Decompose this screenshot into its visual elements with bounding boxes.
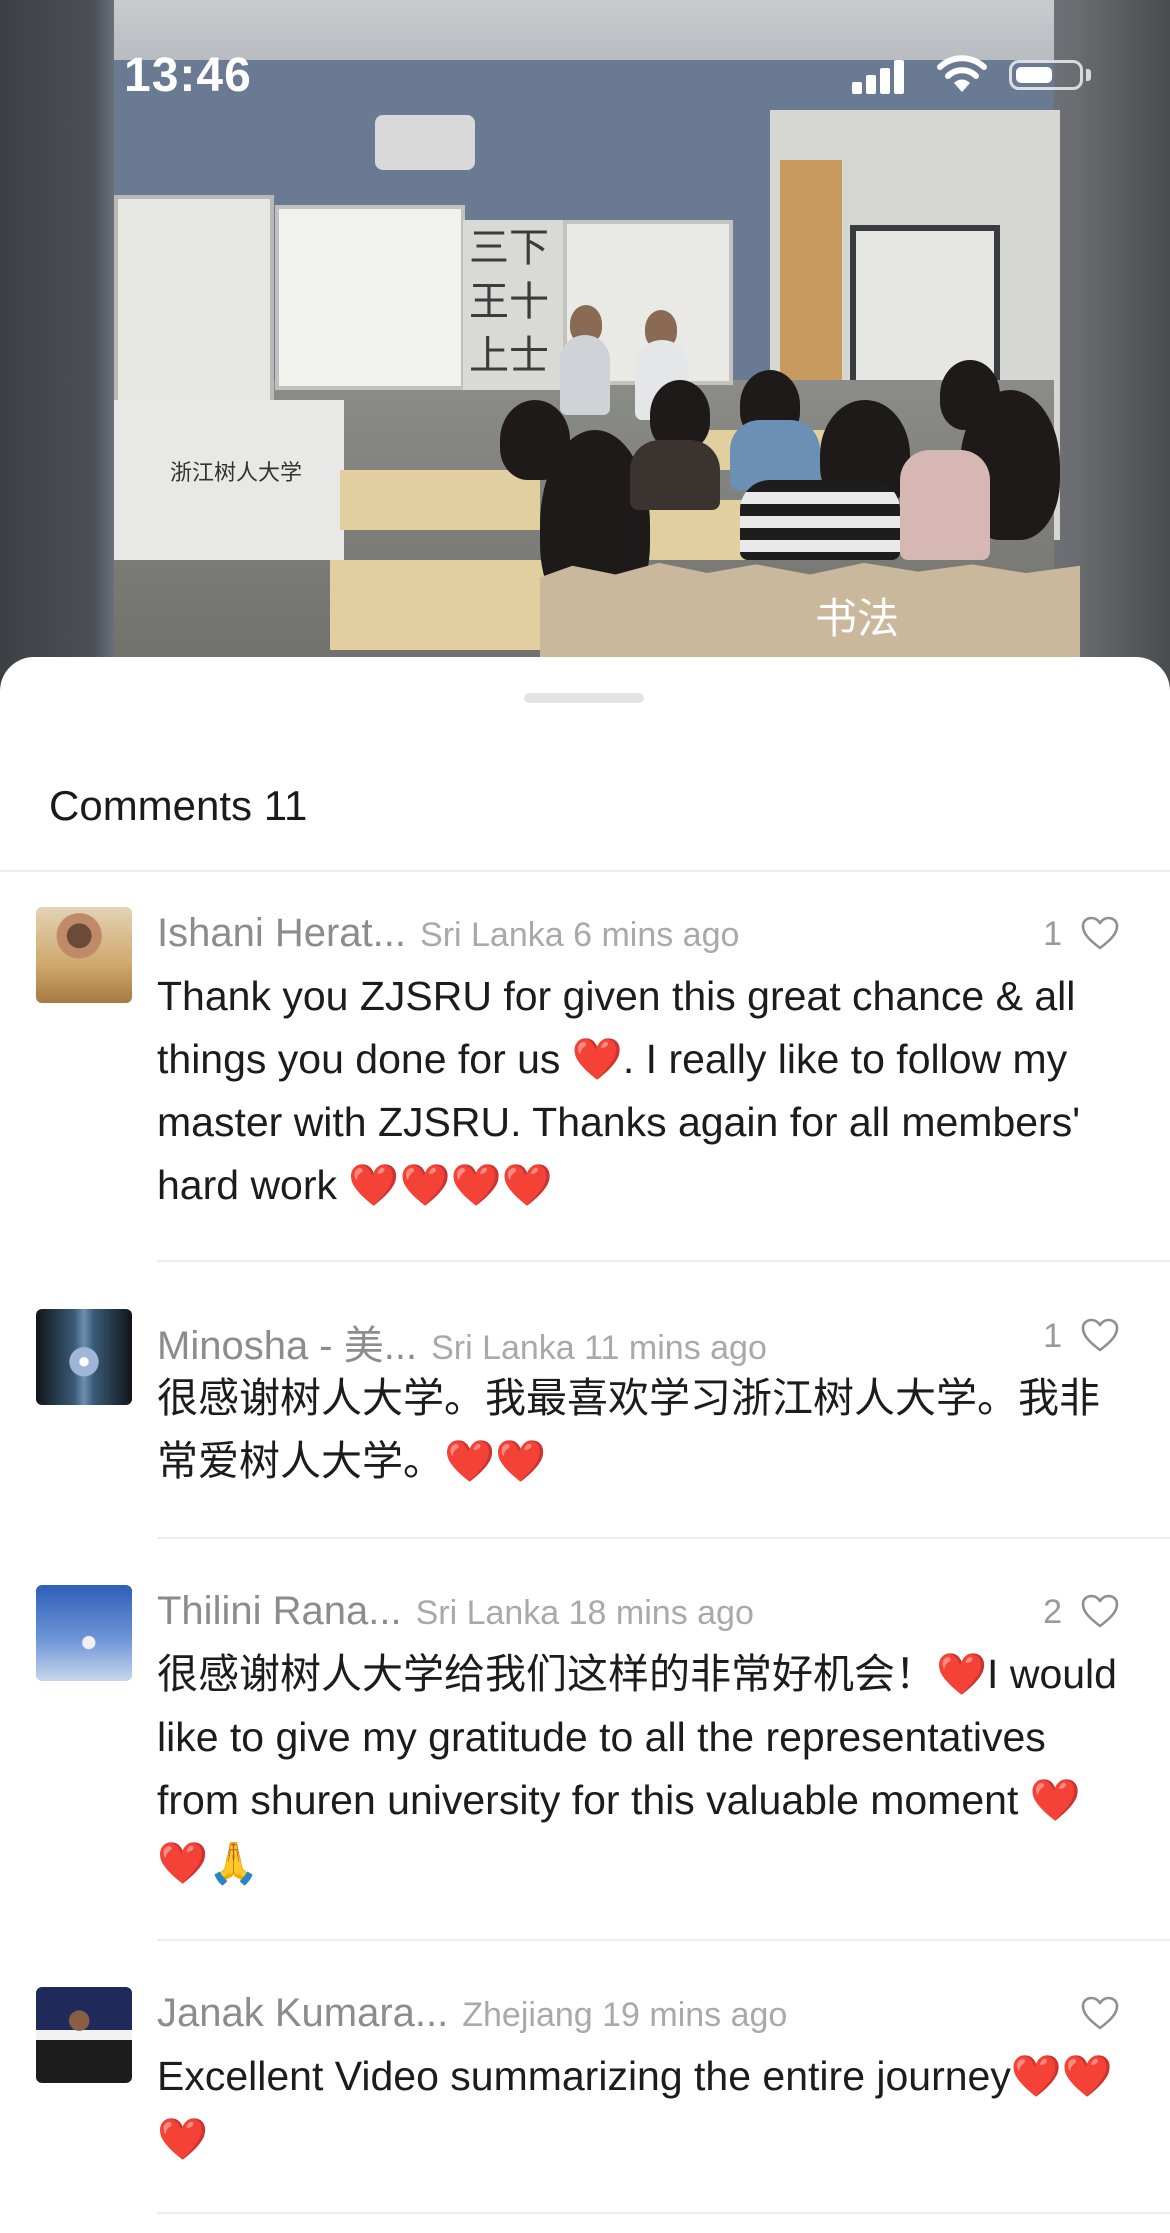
heart-outline-icon[interactable] bbox=[1080, 1593, 1120, 1629]
comment-author[interactable]: Minosha - 美... Sri Lanka 11 mins ago bbox=[157, 1313, 767, 1371]
comments-sheet: Comments 11 Ishani Herat... Sri Lanka 6 m… bbox=[0, 657, 1170, 2233]
status-time: 13:46 bbox=[124, 49, 252, 102]
avatar[interactable] bbox=[36, 1585, 132, 1681]
heart-outline-icon[interactable] bbox=[1080, 915, 1120, 951]
like-count: 1 bbox=[1043, 915, 1062, 953]
like-count: 1 bbox=[1043, 1317, 1062, 1355]
avatar[interactable] bbox=[36, 1309, 132, 1405]
battery-icon bbox=[1009, 60, 1083, 90]
avatar[interactable] bbox=[36, 907, 132, 1003]
comment-author[interactable]: Thilini Rana... Sri Lanka 18 mins ago bbox=[157, 1589, 754, 1634]
avatar[interactable] bbox=[36, 1987, 132, 2083]
like-count: 2 bbox=[1043, 1593, 1062, 1631]
divider bbox=[0, 870, 1170, 872]
caption-label: 书法 bbox=[815, 594, 900, 643]
comments-title: Comments 11 bbox=[49, 782, 308, 829]
wifi-icon bbox=[937, 55, 987, 92]
whiteboard-left bbox=[114, 195, 274, 410]
heart-outline-icon[interactable] bbox=[1080, 1317, 1120, 1353]
comment-meta: Sri Lanka 18 mins ago bbox=[415, 1594, 754, 1632]
sheet-drag-handle[interactable] bbox=[524, 693, 644, 703]
desk bbox=[330, 560, 570, 650]
whiteboard-center bbox=[275, 205, 465, 390]
comment-author[interactable]: Janak Kumara... Zhejiang 19 mins ago bbox=[157, 1991, 787, 2036]
student-body bbox=[630, 440, 720, 510]
comment-meta: Sri Lanka 11 mins ago bbox=[431, 1329, 767, 1367]
projector bbox=[375, 115, 475, 170]
comment-text: Thank you ZJSRU for given this great cha… bbox=[157, 973, 1081, 1208]
divider bbox=[157, 1537, 1170, 1539]
battery-tip bbox=[1086, 69, 1091, 81]
heart-outline-icon[interactable] bbox=[1080, 1995, 1120, 2031]
video-preview[interactable]: 三下 王十 上士 浙江树人大学 书法 13:46 bbox=[0, 0, 1170, 700]
comment-meta: Sri Lanka 6 mins ago bbox=[420, 916, 740, 954]
status-icons bbox=[852, 54, 1092, 94]
comment-text: 很感谢树人大学。我最喜欢学习浙江树人大学。我非常爱树人大学。❤️❤️ bbox=[157, 1375, 1100, 1484]
comment-text: 很感谢树人大学给我们这样的非常好机会！❤️I would like to giv… bbox=[157, 1651, 1117, 1886]
divider bbox=[157, 2212, 1170, 2214]
desk bbox=[340, 470, 540, 530]
comment-author[interactable]: Ishani Herat... Sri Lanka 6 mins ago bbox=[157, 911, 739, 956]
teacher-body bbox=[560, 335, 610, 415]
student-body bbox=[740, 480, 900, 560]
podium-logo: 浙江树人大学 bbox=[170, 461, 303, 486]
comment-meta: Zhejiang 19 mins ago bbox=[462, 1996, 788, 2034]
student-body bbox=[900, 450, 990, 560]
divider bbox=[157, 1260, 1170, 1262]
divider bbox=[157, 1939, 1170, 1941]
calligraphy-board: 三下 王十 上士 bbox=[463, 220, 563, 390]
comment-text: Excellent Video summarizing the entire j… bbox=[157, 2053, 1113, 2162]
